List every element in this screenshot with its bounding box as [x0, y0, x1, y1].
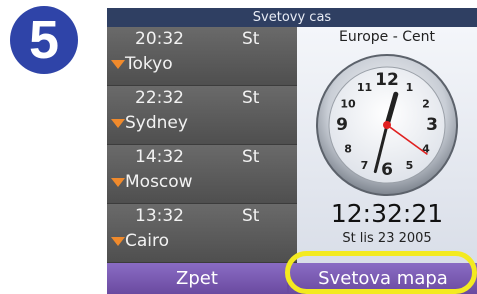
city-list: 20:32 St Tokyo 22:32 St Sydney 14:32 St …: [107, 27, 297, 263]
city-name: Tokyo: [125, 54, 173, 74]
clock-numeral: 5: [406, 159, 414, 172]
clock-numeral: 1: [406, 81, 414, 94]
world-map-button[interactable]: Svetova mapa: [289, 263, 477, 294]
clock-panel: Europe - Cent 12 1 2 3 4 5 6 7 8 9 10 11 12:: [297, 27, 477, 263]
clock-numeral: 11: [357, 81, 372, 94]
city-time: 20:32: [135, 29, 184, 49]
step-badge: 5: [10, 6, 78, 74]
clock-region: Europe - Cent: [339, 29, 435, 45]
triangle-down-icon: [111, 178, 125, 187]
city-day: St: [242, 29, 260, 49]
clock-numeral: 3: [426, 115, 438, 135]
device-screen: Svetovy cas 20:32 St Tokyo 22:32 St Sydn…: [107, 8, 477, 294]
city-name: Moscow: [125, 172, 193, 192]
digital-time: 12:32:21: [330, 199, 444, 228]
clock-numeral: 7: [361, 159, 369, 172]
clock-numeral: 10: [340, 98, 356, 111]
city-time: 22:32: [135, 88, 184, 108]
clock-numeral: 2: [422, 98, 430, 111]
city-name: Sydney: [125, 113, 188, 133]
screen-title: Svetovy cas: [107, 8, 477, 27]
city-day: St: [242, 88, 260, 108]
clock-numeral: 8: [344, 143, 352, 156]
analog-clock-icon: 12 1234567891011: [316, 54, 458, 196]
clock-numeral: 9: [336, 115, 348, 135]
back-button[interactable]: Zpet: [107, 263, 287, 294]
triangle-down-icon: [111, 119, 125, 128]
city-time: 14:32: [135, 147, 184, 167]
city-day: St: [242, 206, 260, 226]
triangle-down-icon: [111, 237, 125, 246]
clock-numeral: 12: [375, 70, 399, 90]
city-row-cairo[interactable]: 13:32 St Cairo: [107, 204, 297, 263]
city-name: Cairo: [125, 231, 170, 251]
city-day: St: [242, 147, 260, 167]
city-row-sydney[interactable]: 22:32 St Sydney: [107, 86, 297, 145]
triangle-down-icon: [111, 60, 125, 69]
city-row-moscow[interactable]: 14:32 St Moscow: [107, 145, 297, 204]
clock-numeral: 6: [381, 160, 393, 180]
city-time: 13:32: [135, 206, 184, 226]
bottom-bar: Zpet Svetova mapa: [107, 263, 477, 294]
clock-date: St lis 23 2005: [342, 231, 432, 246]
city-row-tokyo[interactable]: 20:32 St Tokyo: [107, 27, 297, 86]
